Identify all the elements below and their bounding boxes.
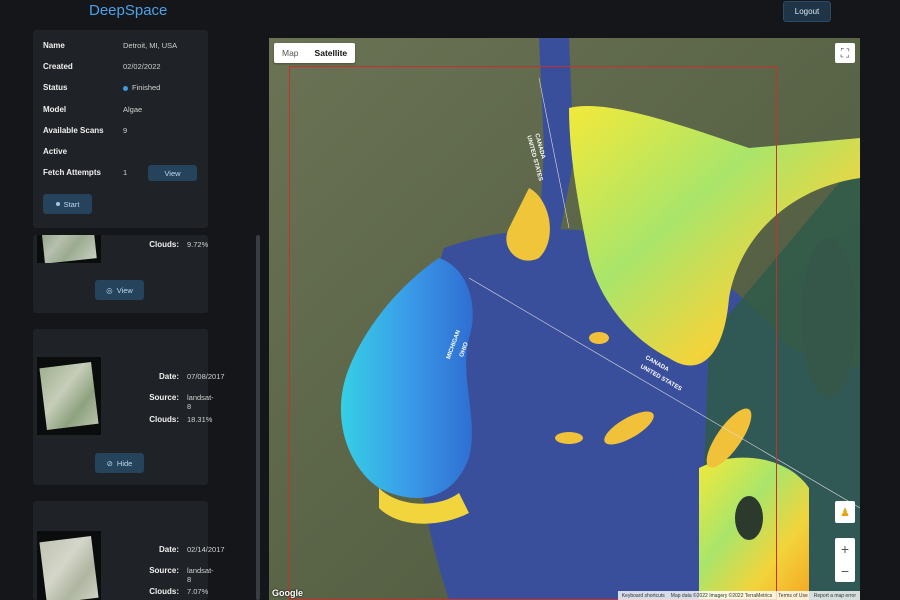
scan-card: Clouds: 9.72% ◎ View (33, 235, 208, 313)
name-label: Name (43, 41, 65, 50)
available-scans-value: 9 (123, 126, 128, 135)
map-data-credit: Map data ©2022 Imagery ©2022 TerraMetric… (670, 592, 773, 599)
source-value: landsat-8 (187, 393, 214, 411)
eye-off-icon: ⊘ (106, 458, 113, 468)
scan-view-button[interactable]: ◎ View (95, 280, 144, 300)
date-value: 02/14/2017 (187, 545, 225, 554)
eye-icon: ◎ (106, 285, 113, 295)
sidebar-scrollbar[interactable] (256, 235, 260, 600)
zoom-out-icon[interactable]: − (835, 560, 855, 582)
created-label: Created (43, 62, 73, 71)
name-value: Detroit, MI, USA (123, 41, 178, 50)
scan-card: Date: 07/08/2017 Source: landsat-8 Cloud… (33, 329, 225, 485)
model-label: Model (43, 105, 67, 114)
fetch-attempts-label: Fetch Attempts (43, 168, 101, 177)
view-button[interactable]: View (148, 165, 197, 181)
active-label: Active (43, 147, 68, 156)
model-value: Algae (123, 105, 143, 114)
zoom-control: + − (835, 538, 855, 582)
source-label: Source: (149, 393, 179, 402)
scan-thumbnail[interactable] (37, 531, 101, 600)
scan-hide-label: Hide (116, 458, 133, 468)
source-label: Source: (149, 566, 179, 575)
terms-of-use-link[interactable]: Terms of Use (778, 593, 807, 599)
scan-view-label: View (116, 285, 133, 295)
status-text: Finished (132, 83, 161, 92)
logout-button[interactable]: Logout (783, 1, 831, 22)
clouds-value: 9.72% (187, 240, 209, 249)
clouds-label: Clouds: (149, 587, 179, 596)
start-button[interactable]: Start (43, 194, 92, 214)
clouds-value: 18.31% (187, 415, 213, 424)
available-scans-label: Available Scans (43, 126, 104, 135)
report-map-error-link[interactable]: Report a map error (814, 593, 856, 599)
date-value: 07/08/2017 (187, 372, 225, 381)
map-type-control: Map Satellite (274, 43, 356, 63)
status-value: Finished (123, 83, 160, 92)
map-type-satellite-button[interactable]: Satellite (307, 43, 356, 63)
status-dot-icon (123, 85, 128, 91)
date-label: Date: (158, 545, 179, 554)
scan-card: Date: 02/14/2017 Source: landsat-8 Cloud… (33, 501, 225, 600)
date-label: Date: (158, 372, 179, 381)
map-attribution: Keyboard shortcuts Map data ©2022 Imager… (617, 591, 860, 600)
fetch-attempts-value: 1 (123, 168, 128, 177)
start-dot-icon (55, 202, 60, 206)
app-brand[interactable]: DeepSpace (89, 2, 167, 19)
map-imagery (269, 38, 860, 600)
clouds-value: 7.07% (187, 587, 209, 596)
clouds-label: Clouds: (149, 415, 179, 424)
zoom-in-icon[interactable]: + (835, 538, 855, 560)
start-label: Start (63, 199, 80, 209)
satellite-map[interactable]: CANADA UNITED STATES CANADA UNITED STATE… (269, 38, 860, 600)
street-view-pegman-icon[interactable]: ♟ (835, 501, 855, 523)
clouds-label: Clouds: (149, 240, 179, 249)
status-label: Status (43, 83, 68, 92)
scan-thumbnail[interactable] (37, 235, 101, 263)
scan-thumbnail[interactable] (37, 357, 101, 435)
scan-hide-button[interactable]: ⊘ Hide (95, 453, 144, 473)
source-value: landsat-8 (187, 566, 214, 584)
created-value: 02/02/2022 (123, 62, 161, 71)
fullscreen-icon[interactable]: ⛶ (835, 43, 855, 63)
keyboard-shortcuts-link[interactable]: Keyboard shortcuts (622, 593, 665, 599)
map-type-map-button[interactable]: Map (274, 43, 307, 63)
location-info-card: Name Detroit, MI, USA Created 02/02/2022… (33, 30, 208, 228)
google-logo: Google (272, 588, 303, 598)
